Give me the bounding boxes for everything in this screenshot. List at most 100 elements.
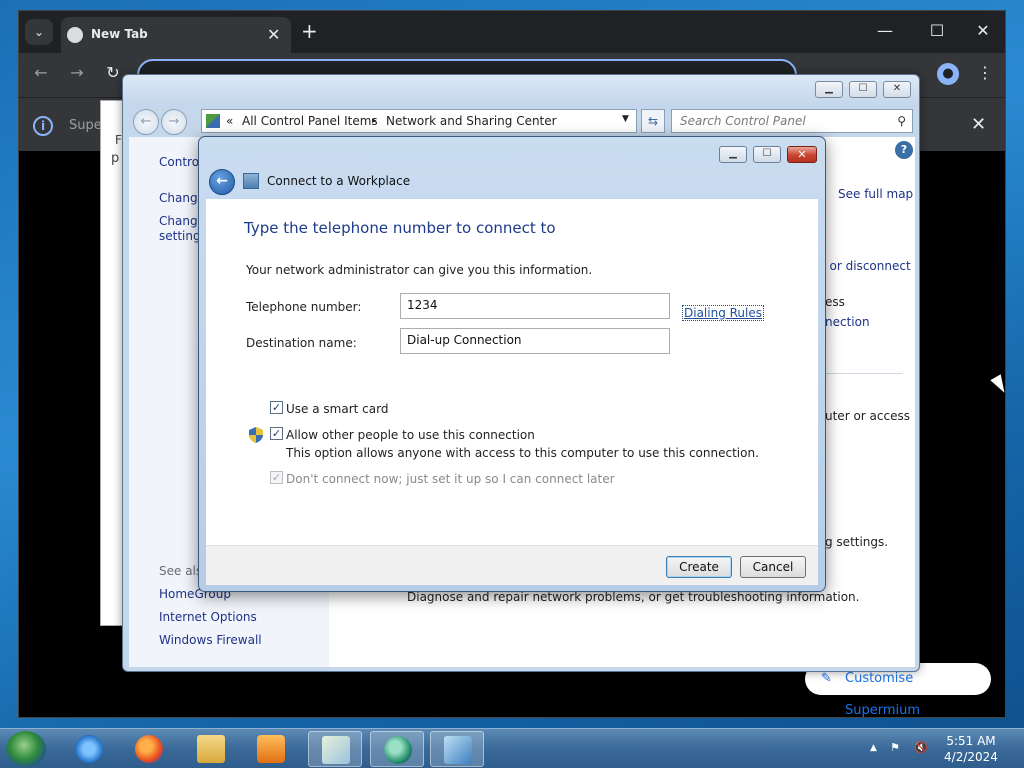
allow-others-checkbox[interactable]: ✓ (270, 427, 283, 440)
see-full-map-link[interactable]: See full map (838, 187, 913, 201)
smart-card-checkbox[interactable]: ✓ (270, 401, 283, 414)
start-button[interactable] (6, 731, 46, 767)
tab-close-icon[interactable]: ✕ (267, 25, 280, 44)
bg-window-fragment: p (111, 151, 120, 166)
info-bar-text: Supe (69, 118, 102, 133)
destination-label: Destination name: (246, 336, 357, 350)
dont-connect-label: Don't connect now; just set it up so I c… (286, 472, 615, 486)
info-bar-close-icon[interactable]: ✕ (971, 114, 986, 135)
dialog-footer: Create Cancel (206, 545, 818, 585)
control-panel-taskbar-icon (444, 736, 472, 764)
telephone-value: 1234 (407, 298, 438, 312)
telephone-input[interactable]: 1234 (400, 293, 670, 319)
cp-text-fragment: ess (825, 295, 845, 309)
dialing-rules-link[interactable]: Dialing Rules (682, 305, 765, 321)
destination-input[interactable]: Dial-up Connection (400, 328, 670, 354)
supermium-icon (384, 736, 412, 764)
taskbar-explorer[interactable] (184, 731, 238, 767)
browser-close-button[interactable]: ✕ (973, 21, 993, 40)
dialog-close-button[interactable]: ✕ (787, 146, 817, 163)
divider (825, 373, 903, 374)
clock-time: 5:51 AM (946, 734, 996, 748)
cp-left-link[interactable]: Control (159, 155, 202, 169)
cp-forward-icon[interactable]: → (161, 109, 187, 135)
help-icon[interactable]: ? (895, 141, 913, 159)
tab-search-button[interactable]: ⌄ (25, 19, 53, 45)
allow-others-description: This option allows anyone with access to… (286, 446, 759, 460)
cp-minimize-button[interactable]: ▁ (815, 81, 843, 98)
cancel-button[interactable]: Cancel (740, 556, 806, 578)
dialog-subtext: Your network administrator can give you … (246, 263, 593, 277)
new-tab-button[interactable]: + (301, 21, 318, 41)
info-icon: i (33, 116, 53, 136)
profile-avatar-icon[interactable]: ● (937, 63, 959, 85)
dialog-maximize-button[interactable]: ☐ (753, 146, 781, 163)
folder-icon (197, 735, 225, 763)
firefox-icon (135, 735, 163, 763)
taskbar-supermium[interactable] (370, 731, 424, 767)
back-arrow-icon[interactable]: ← (209, 169, 235, 195)
tab-new-tab[interactable]: New Tab ✕ (61, 17, 291, 53)
volume-muted-icon[interactable]: 🔇 (914, 741, 928, 754)
address-dropdown-icon[interactable]: ▼ (622, 114, 629, 124)
breadcrumb-separator-icon[interactable]: ▸ (372, 116, 377, 126)
browser-minimize-button[interactable]: — (875, 21, 895, 40)
connect-workplace-dialog: ▁ ☐ ✕ ← Connect to a Workplace Type the … (198, 136, 826, 592)
taskbar-notepad[interactable] (308, 731, 362, 767)
dialog-minimize-button[interactable]: ▁ (719, 146, 747, 163)
cp-maximize-button[interactable]: ☐ (849, 81, 877, 98)
forward-button[interactable]: → (67, 63, 87, 82)
dont-connect-checkbox: ✓ (270, 471, 283, 484)
dialog-content: Type the telephone number to connect to … (206, 199, 818, 545)
cp-close-button[interactable]: ✕ (883, 81, 911, 98)
control-panel-navbar: ← → « All Control Panel Items ▸ Network … (123, 107, 919, 137)
action-center-flag-icon[interactable]: ⚑ (890, 741, 900, 754)
create-button[interactable]: Create (666, 556, 732, 578)
reload-button[interactable]: ↻ (103, 63, 123, 82)
browser-menu-button[interactable]: ⋮ (975, 63, 995, 82)
cp-text-fragment: uter or access (825, 409, 910, 423)
tab-title: New Tab (91, 27, 148, 41)
notepad-icon (322, 736, 350, 764)
media-player-icon (257, 735, 285, 763)
smart-card-label[interactable]: Use a smart card (286, 402, 388, 416)
breadcrumb-network-center[interactable]: Network and Sharing Center (386, 114, 557, 128)
breadcrumb-all-items[interactable]: All Control Panel Items (242, 114, 378, 128)
control-panel-icon (206, 114, 220, 128)
internet-explorer-icon (75, 735, 103, 763)
browser-maximize-button[interactable]: ☐ (927, 21, 947, 40)
system-clock[interactable]: 5:51 AM 4/2/2024 (936, 733, 1006, 765)
taskbar: ▲ ⚑ 🔇 5:51 AM 4/2/2024 (0, 728, 1024, 768)
allow-others-label[interactable]: Allow other people to use this connectio… (286, 428, 535, 442)
dialog-heading: Type the telephone number to connect to (244, 219, 556, 237)
see-also-windows-firewall[interactable]: Windows Firewall (159, 633, 262, 647)
connect-disconnect-link[interactable]: t or disconnect (821, 259, 911, 273)
clock-date: 4/2/2024 (944, 750, 998, 764)
control-panel-titlebar: ▁ ☐ ✕ (123, 75, 919, 107)
breadcrumb-prefix[interactable]: « (226, 114, 233, 128)
taskbar-firefox[interactable] (122, 731, 176, 767)
search-icon[interactable]: ⚲ (897, 110, 906, 132)
bg-window-fragment: F (115, 133, 122, 147)
cp-back-icon[interactable]: ← (133, 109, 159, 135)
taskbar-control-panel[interactable] (430, 731, 484, 767)
taskbar-media-player[interactable] (244, 731, 298, 767)
customise-label: Customise Supermium (845, 671, 921, 718)
see-also-internet-options[interactable]: Internet Options (159, 610, 257, 624)
dialog-title: Connect to a Workplace (267, 174, 411, 188)
cp-search-input[interactable]: Search Control Panel ⚲ (671, 109, 913, 133)
destination-value: Dial-up Connection (407, 333, 522, 347)
cp-link-fragment[interactable]: nection (825, 315, 870, 329)
taskbar-internet-explorer[interactable] (62, 731, 116, 767)
workplace-icon (243, 173, 259, 189)
cp-address-bar[interactable]: « All Control Panel Items ▸ Network and … (201, 109, 637, 133)
cp-refresh-icon[interactable]: ⇆ (641, 109, 665, 133)
back-button[interactable]: ← (31, 63, 51, 82)
cp-search-placeholder: Search Control Panel (680, 114, 806, 128)
tray-expand-icon[interactable]: ▲ (870, 743, 877, 753)
troubleshoot-description: Diagnose and repair network problems, or… (407, 590, 860, 604)
tab-favicon-icon (67, 27, 83, 43)
cp-text-fragment: g settings. (825, 535, 889, 549)
tab-strip: ⌄ New Tab ✕ + — ☐ ✕ (19, 11, 1005, 53)
telephone-label: Telephone number: (246, 300, 362, 314)
